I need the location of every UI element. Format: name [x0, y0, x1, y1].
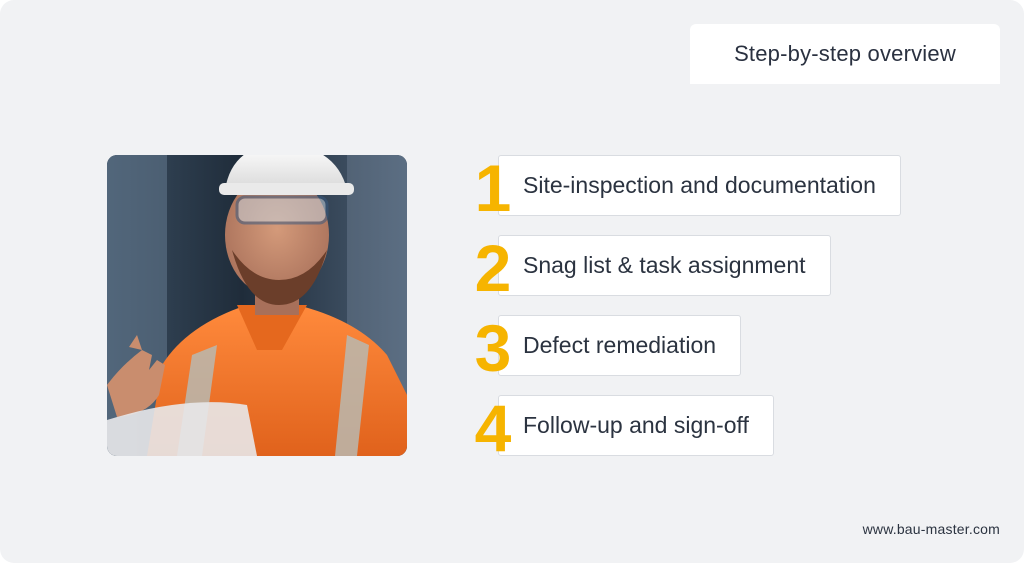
step-label: Snag list & task assignment [523, 252, 806, 278]
step-label-box: Site-inspection and documentation [498, 155, 901, 216]
step-number: 1 [474, 151, 512, 225]
step-number: 4 [474, 391, 512, 465]
step-label-box: Snag list & task assignment [498, 235, 831, 296]
infographic-card: Step-by-step overview 1 Site-inspection … [0, 0, 1024, 563]
step-number: 3 [474, 311, 512, 385]
construction-worker-illustration [107, 155, 407, 456]
step-label: Follow-up and sign-off [523, 412, 749, 438]
page-title: Step-by-step overview [690, 24, 1000, 84]
step-label-box: Defect remediation [498, 315, 742, 376]
step-number: 2 [474, 231, 512, 305]
step-label: Site-inspection and documentation [523, 172, 876, 198]
worker-photo [107, 155, 407, 456]
website-link[interactable]: www.bau-master.com [863, 521, 1000, 537]
step-label-box: Follow-up and sign-off [498, 395, 774, 456]
step-label: Defect remediation [523, 332, 717, 358]
